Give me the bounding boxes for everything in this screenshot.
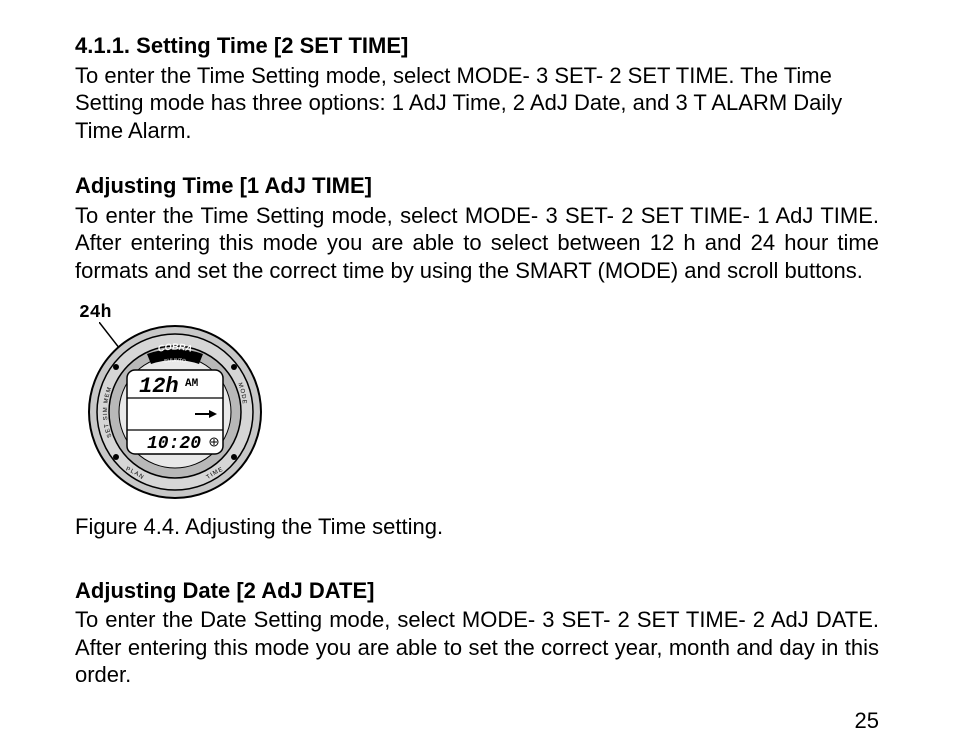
section-heading: 4.1.1. Setting Time [2 SET TIME] (75, 32, 879, 60)
section-title: Setting Time [2 SET TIME] (136, 33, 408, 58)
subsection-1-para: To enter the Time Setting mode, select M… (75, 202, 879, 285)
subsection-1-heading: Adjusting Time [1 AdJ TIME] (75, 172, 879, 200)
watch-face-icon: COBRA SUUNTO SET SIM MEM MODE PLAN TIME … (85, 322, 265, 502)
dive-computer-illustration: 24h (75, 302, 265, 507)
lcd-time: 10:20 (147, 434, 201, 454)
subsection-2-heading: Adjusting Date [2 AdJ DATE] (75, 577, 879, 605)
subsection-2-para: To enter the Date Setting mode, select M… (75, 606, 879, 689)
section-number: 4.1.1. (75, 33, 130, 58)
lcd-12h: 12h (139, 374, 179, 399)
figure-4-4: 24h (75, 302, 879, 541)
section-intro: To enter the Time Setting mode, select M… (75, 62, 879, 145)
lcd-am: AM (185, 378, 199, 390)
page-number: 25 (855, 707, 879, 735)
figure-caption: Figure 4.4. Adjusting the Time setting. (75, 513, 879, 541)
